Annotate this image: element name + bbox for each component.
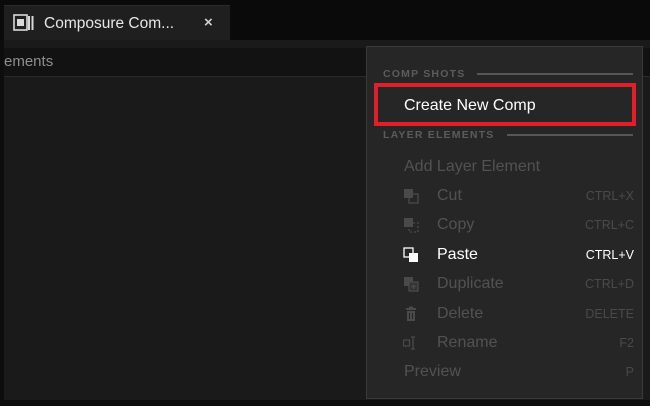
section-title: LAYER ELEMENTS	[383, 129, 495, 141]
tab-composure-compositing[interactable]: Composure Com... ×	[4, 5, 230, 41]
menu-item-label: Create New Comp	[404, 96, 536, 114]
rename-icon	[402, 335, 419, 351]
duplicate-icon	[403, 276, 419, 292]
tab-title: Composure Com...	[44, 15, 175, 32]
menu-item-rename[interactable]: Rename F2	[367, 328, 642, 357]
menu-item-label: Duplicate	[437, 274, 504, 292]
section-layer-elements: LAYER ELEMENTS	[383, 128, 633, 142]
shortcut-text: CTRL+C	[585, 217, 634, 232]
menu-item-duplicate[interactable]: Duplicate CTRL+D	[367, 269, 642, 298]
menu-item-copy[interactable]: Copy CTRL+C	[367, 210, 642, 239]
menu-item-label: Rename	[437, 333, 498, 351]
shortcut-text: CTRL+X	[585, 188, 634, 203]
menu-item-preview[interactable]: Preview P	[367, 357, 642, 386]
tab-close-button[interactable]: ×	[204, 14, 213, 31]
menu-item-paste[interactable]: Paste CTRL+V	[367, 240, 642, 269]
menu-item-label: Paste	[437, 245, 478, 263]
menu-item-cut[interactable]: Cut CTRL+X	[367, 181, 642, 210]
menu-item-create-new-comp[interactable]: Create New Comp	[367, 91, 642, 120]
tab-strip: Composure Com... ×	[0, 0, 650, 41]
menu-item-delete[interactable]: Delete DELETE	[367, 299, 642, 328]
shortcut-text: F2	[619, 335, 634, 350]
menu-item-label: Delete	[437, 304, 484, 322]
menu-item-add-layer-element[interactable]: Add Layer Element	[367, 152, 642, 181]
menu-item-label: Copy	[437, 215, 475, 233]
shortcut-text: CTRL+D	[585, 276, 634, 291]
paste-icon	[403, 247, 419, 263]
menu-item-label: Cut	[437, 186, 462, 204]
menu-item-label: Preview	[404, 362, 461, 380]
section-title: COMP SHOTS	[383, 68, 466, 80]
context-menu: COMP SHOTS Create New Comp LAYER ELEMENT…	[366, 46, 643, 399]
composure-icon	[13, 13, 35, 33]
shortcut-text: P	[625, 364, 634, 379]
copy-icon	[403, 217, 419, 233]
menu-item-label: Add Layer Element	[404, 157, 541, 175]
section-divider	[477, 73, 633, 75]
trash-icon	[403, 306, 419, 322]
cut-icon	[403, 188, 419, 204]
shortcut-text: CTRL+V	[585, 247, 634, 262]
section-divider	[506, 134, 633, 136]
shortcut-text: DELETE	[585, 306, 634, 321]
section-comp-shots: COMP SHOTS	[383, 67, 633, 81]
panel-header-text: ements	[4, 53, 54, 70]
